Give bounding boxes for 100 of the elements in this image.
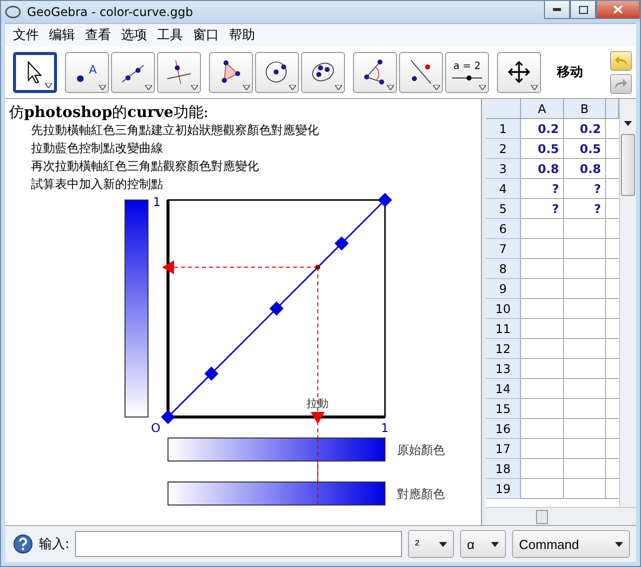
menu-item[interactable]: 窗口 [189, 26, 223, 44]
row-header[interactable]: 15 [486, 399, 521, 419]
instruction-text: 先拉動橫軸紅色三角點建立初始狀態觀察顏色對應變化 [30, 122, 320, 139]
dropdown-corner-icon [531, 84, 538, 90]
bar-label: 對應顏色 [397, 487, 445, 501]
empty-cell[interactable] [564, 359, 606, 379]
tool-button[interactable] [111, 52, 155, 92]
row-header[interactable]: 10 [486, 299, 521, 319]
origin-label: O [151, 421, 160, 435]
tool-button[interactable]: A [65, 52, 109, 92]
empty-cell[interactable] [564, 299, 606, 319]
table-cell[interactable]: ? [564, 179, 606, 199]
redo-icon [614, 78, 628, 90]
empty-cell[interactable] [564, 419, 606, 439]
row-header[interactable]: 5 [486, 199, 521, 219]
table-cell[interactable]: 0.8 [564, 159, 606, 179]
empty-cell[interactable] [564, 259, 606, 279]
dropdown[interactable]: α [460, 530, 506, 558]
vertical-scrollbar[interactable] [619, 99, 636, 507]
row-header[interactable]: 16 [486, 419, 521, 439]
empty-cell[interactable] [564, 279, 606, 299]
table-cell[interactable]: ? [521, 199, 564, 219]
empty-cell[interactable] [564, 239, 606, 259]
control-point[interactable] [269, 301, 284, 316]
app-logo-icon [5, 5, 21, 19]
menu-item[interactable]: 文件 [9, 26, 43, 44]
row-header[interactable]: 11 [486, 319, 521, 339]
control-point[interactable] [204, 366, 218, 381]
close-button[interactable] [596, 1, 640, 19]
row-header[interactable]: 2 [486, 139, 521, 159]
output-marker [162, 260, 174, 274]
menu-item[interactable]: 帮助 [225, 26, 259, 44]
tool-button[interactable] [255, 52, 299, 92]
caret-icon [491, 542, 499, 546]
row-header[interactable]: 12 [486, 339, 521, 359]
column-header[interactable]: A [521, 99, 564, 119]
table-cell[interactable]: ? [521, 179, 564, 199]
row-header[interactable]: 3 [486, 159, 521, 179]
tool-button[interactable] [497, 52, 541, 92]
row-header[interactable]: 8 [486, 259, 521, 279]
row-header[interactable]: 4 [486, 179, 521, 199]
tool-button[interactable] [353, 52, 397, 92]
empty-cell[interactable] [564, 479, 606, 499]
empty-cell[interactable] [564, 399, 606, 419]
menu-item[interactable]: 查看 [81, 26, 115, 44]
table-cell[interactable]: 0.5 [521, 139, 564, 159]
scrollbar-thumb[interactable] [621, 134, 635, 196]
tool-button[interactable] [301, 52, 345, 92]
input-field[interactable] [75, 531, 402, 557]
tool-button[interactable]: a = 2 [445, 52, 489, 92]
scrollbar-thumb[interactable] [536, 510, 548, 524]
undo-button[interactable] [610, 50, 632, 70]
dropdown[interactable]: Command [512, 530, 630, 558]
axis-label: 1 [381, 421, 389, 435]
drag-marker[interactable] [310, 412, 325, 424]
empty-cell[interactable] [564, 459, 606, 479]
bar-label: 原始顏色 [397, 443, 445, 457]
tool-button[interactable] [209, 52, 253, 92]
row-header[interactable]: 9 [486, 279, 521, 299]
table-cell[interactable]: ? [564, 199, 606, 219]
horizontal-scrollbar[interactable] [486, 507, 636, 525]
axis-label: 1 [153, 195, 161, 209]
instruction-text: 再次拉動橫軸紅色三角點觀察顏色對應變化 [30, 158, 260, 175]
dropdown-corner-icon [145, 84, 152, 90]
drag-label: 拉動 [306, 397, 329, 410]
curve-point [315, 264, 320, 270]
menu-item[interactable]: 编辑 [45, 26, 79, 44]
redo-button[interactable] [610, 74, 632, 94]
tool-button[interactable] [399, 52, 443, 92]
dropdown-corner-icon [433, 84, 440, 90]
row-header[interactable]: 19 [486, 479, 521, 499]
menu-item[interactable]: 选项 [117, 26, 151, 44]
empty-cell[interactable] [564, 319, 606, 339]
minimize-button[interactable] [544, 1, 570, 19]
dropdown-corner-icon [289, 84, 296, 90]
row-header[interactable]: 1 [486, 119, 521, 139]
maximize-button[interactable] [570, 1, 596, 19]
row-header[interactable]: 17 [486, 439, 521, 459]
row-header[interactable]: 6 [486, 219, 521, 239]
row-header[interactable]: 14 [486, 379, 521, 399]
tool-button[interactable] [13, 52, 57, 92]
control-point[interactable] [334, 236, 349, 250]
menu-item[interactable]: 工具 [153, 26, 187, 44]
row-header[interactable]: 18 [486, 459, 521, 479]
dropdown[interactable]: ² [408, 530, 454, 558]
table-cell[interactable]: 0.2 [564, 119, 606, 139]
row-header[interactable]: 13 [486, 359, 521, 379]
undo-icon [614, 54, 628, 66]
row-header[interactable]: 7 [486, 239, 521, 259]
table-cell[interactable]: 0.2 [521, 119, 564, 139]
table-cell[interactable]: 0.5 [564, 139, 606, 159]
empty-cell[interactable] [564, 339, 606, 359]
caret-icon [615, 542, 623, 546]
help-icon[interactable] [13, 534, 33, 554]
empty-cell[interactable] [564, 219, 606, 239]
column-header[interactable]: B [564, 99, 606, 119]
table-cell[interactable]: 0.8 [521, 159, 564, 179]
tool-button[interactable] [157, 52, 201, 92]
empty-cell[interactable] [564, 379, 606, 399]
empty-cell[interactable] [564, 439, 606, 459]
